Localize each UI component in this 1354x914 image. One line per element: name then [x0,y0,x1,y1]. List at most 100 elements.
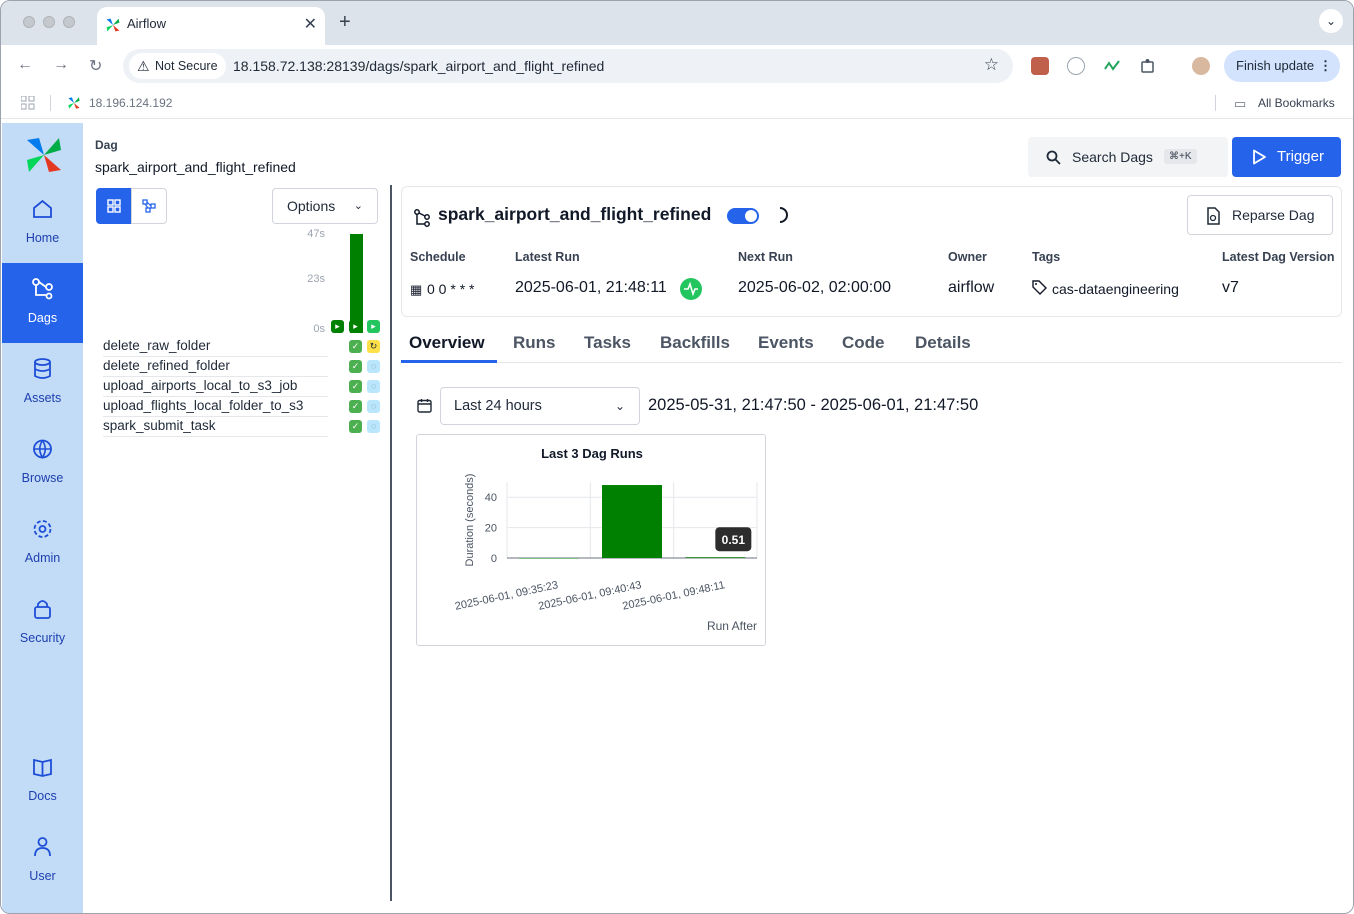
minimize-window-dot[interactable] [43,16,55,28]
panel-resize-handle[interactable] [390,185,392,901]
task-row[interactable]: delete_refined_folder [103,357,328,377]
gear-icon [33,520,52,538]
task-success-icon[interactable]: ✓ [349,400,362,413]
tab-title: Airflow [127,16,167,31]
extension-m-icon[interactable] [1067,57,1085,75]
address-bar[interactable]: ⚠ Not Secure 18.158.72.138:28139/dags/sp… [123,49,1013,83]
task-scheduled-icon[interactable]: ◌ [367,380,380,393]
extension-h-icon[interactable] [1031,57,1049,75]
time-range-select[interactable]: Last 24 hours ⌄ [440,387,640,425]
new-tab-icon[interactable]: + [339,11,351,34]
y-tick-label: 20 [485,523,497,535]
trigger-button[interactable]: Trigger [1232,137,1341,177]
latest-run-label: Latest Run [515,250,580,264]
play-icon [1253,149,1266,165]
sidebar-item-assets[interactable]: Assets [2,343,83,423]
tag-icon [1032,280,1047,295]
close-window-dot[interactable] [23,16,35,28]
task-scheduled-icon[interactable]: ◌ [367,400,380,413]
task-row[interactable]: upload_flights_local_folder_to_s3 [103,397,328,417]
task-scheduled-icon[interactable]: ◌ [367,360,380,373]
tab-overview[interactable]: Overview [409,333,485,353]
dag-title: spark_airport_and_flight_refined [438,204,712,224]
tab-details[interactable]: Details [915,333,971,353]
tab-events[interactable]: Events [758,333,814,353]
zoom-window-dot[interactable] [63,16,75,28]
finish-update-label: Finish update [1236,58,1315,73]
bookmark-host[interactable]: 18.196.124.192 [89,96,172,110]
database-icon [34,358,51,379]
options-dropdown[interactable]: Options ⌄ [272,188,378,224]
latest-run-value[interactable]: 2025-06-01, 21:48:11 [515,279,667,297]
bookmark-star-icon[interactable]: ☆ [984,55,999,75]
pause-toggle[interactable] [727,208,759,224]
dag-icon [414,209,430,227]
sidebar-item-home[interactable]: Home [2,183,83,263]
run-success-icon [680,278,702,300]
bookmarks-bar: 18.196.124.192 ▭ All Bookmarks [1,87,1353,119]
task-scheduled-icon[interactable]: ◌ [367,420,380,433]
graph-view-button[interactable] [131,188,167,224]
folder-icon: ▭ [1234,96,1247,111]
more-menu-icon[interactable]: ⋮ [1319,50,1332,82]
run-duration-bar[interactable] [350,234,363,333]
sidebar-item-docs[interactable]: Docs [2,741,83,821]
sidebar-item-user[interactable]: User [2,821,83,901]
chevron-down-icon: ⌄ [353,200,363,212]
y-tick-label: 0 [491,553,497,565]
back-icon[interactable]: ← [17,56,33,74]
sidebar-item-browse[interactable]: Browse [2,423,83,503]
apps-grid-icon[interactable] [21,96,35,110]
task-success-icon[interactable]: ✓ [349,420,362,433]
tab-runs[interactable]: Runs [513,333,556,353]
browser-tab-airflow[interactable]: Airflow ✕ [97,7,325,45]
grid-view-button[interactable] [96,188,132,224]
task-success-icon[interactable]: ✓ [349,340,362,353]
run-state-icon[interactable]: ▸ [349,320,362,333]
reparse-dag-button[interactable]: Reparse Dag [1187,195,1333,235]
run-state-icon[interactable]: ▸ [331,320,344,333]
sidebar-item-admin[interactable]: Admin [2,503,83,583]
extensions-puzzle-icon[interactable] [1139,57,1157,75]
task-retry-icon[interactable]: ↻ [367,340,380,353]
sidebar-item-security[interactable]: Security [2,583,83,663]
task-row[interactable]: spark_submit_task [103,417,328,437]
not-secure-chip[interactable]: ⚠ Not Secure [129,53,226,79]
run-state-icon[interactable]: ▸ [367,320,380,333]
search-dags-button[interactable]: Search Dags ⌘+K [1028,137,1228,177]
all-bookmarks[interactable]: All Bookmarks [1258,96,1335,110]
task-name: upload_flights_local_folder_to_s3 [103,398,304,413]
reparse-dag-label: Reparse Dag [1232,207,1315,223]
tab-search-icon[interactable]: ⌄ [1319,9,1343,33]
search-dags-label: Search Dags [1072,149,1153,165]
finish-update-button[interactable]: Finish update ⋮ [1224,50,1340,82]
chart-bar [602,485,662,558]
chart-tooltip-value: 0.51 [722,533,746,547]
sidebar-item-dags[interactable]: Dags [2,263,83,343]
extension-wave-icon[interactable] [1103,57,1121,75]
tab-code[interactable]: Code [842,333,885,353]
breadcrumb-dag-id[interactable]: spark_airport_and_flight_refined [95,159,296,175]
task-success-icon[interactable]: ✓ [349,360,362,373]
active-tab-indicator [401,360,497,363]
task-row[interactable]: upload_airports_local_to_s3_job [103,377,328,397]
url-text[interactable]: 18.158.72.138:28139/dags/spark_airport_a… [233,58,604,74]
bookmark-airflow-icon[interactable] [67,96,81,110]
reload-icon[interactable]: ↻ [89,56,102,76]
close-tab-icon[interactable]: ✕ [304,14,317,34]
task-success-icon[interactable]: ✓ [349,380,362,393]
dags-icon [32,278,53,300]
airflow-logo-icon[interactable] [24,135,64,175]
tab-tasks[interactable]: Tasks [584,333,631,353]
profile-avatar[interactable] [1192,57,1210,75]
calendar-icon [417,399,432,413]
task-name: upload_airports_local_to_s3_job [103,378,298,393]
task-row[interactable]: delete_raw_folder [103,337,328,357]
tag-value[interactable]: cas-dataengineering [1052,281,1179,297]
owner-label: Owner [948,250,987,264]
time-range-text: 2025-05-31, 21:47:50 - 2025-06-01, 21:47… [648,396,979,414]
tab-backfills[interactable]: Backfills [660,333,730,353]
dag-header-card: spark_airport_and_flight_refined Reparse… [401,186,1342,317]
browser-toolbar: ← → ↻ ⚠ Not Secure 18.158.72.138:28139/d… [1,45,1353,87]
forward-icon[interactable]: → [53,56,69,74]
